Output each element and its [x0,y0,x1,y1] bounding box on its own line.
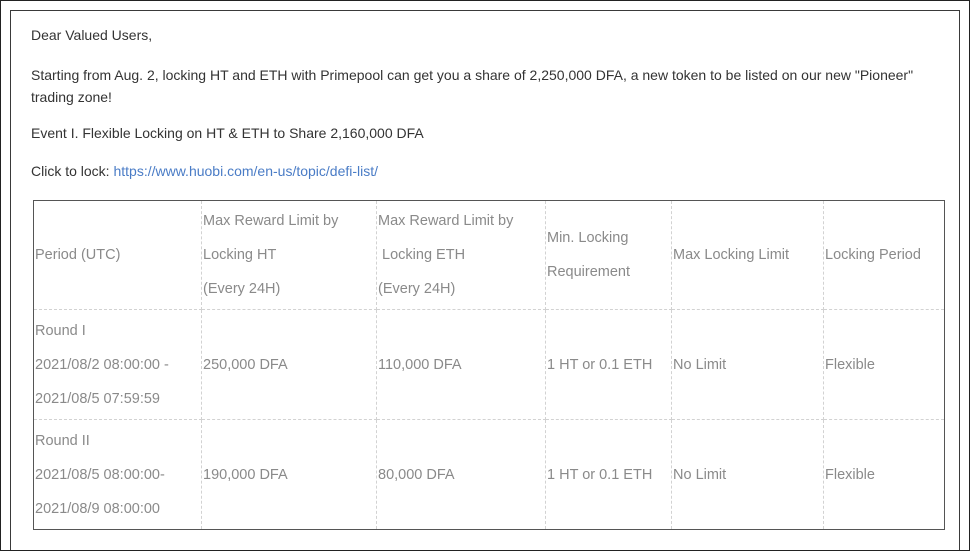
header-max-eth-line-1: Max Reward Limit by [378,213,514,229]
header-max-eth-line-2: Locking ETH [378,247,466,263]
header-min-lock: Min. Locking Requirement [545,200,672,310]
header-max-lock: Max Locking Limit [671,200,824,310]
round-2-label: Round II [35,432,90,449]
round-1-max-lock: No Limit [671,309,824,420]
header-lock-period: Locking Period [823,200,945,310]
greeting-text: Dear Valued Users, [31,27,153,43]
round-2-max-ht: 190,000 DFA [201,419,377,530]
round-1-min-lock: 1 HT or 0.1 ETH [545,309,672,420]
rewards-table: Period (UTC) Max Reward Limit by Locking… [33,200,945,530]
header-period: Period (UTC) [33,200,202,310]
table-header-row: Period (UTC) Max Reward Limit by Locking… [33,200,945,310]
lock-link[interactable]: https://www.huobi.com/en-us/topic/defi-l… [113,163,378,179]
header-min-lock-line-2: Requirement [547,264,631,280]
header-max-ht-line-2: Locking HT [203,247,277,263]
table-row: Round II 2021/08/5 08:00:00- 2021/08/9 0… [33,419,945,530]
round-2-max-lock: No Limit [671,419,824,530]
header-max-ht-line-1: Max Reward Limit by [203,213,339,229]
round-2-min-lock: 1 HT or 0.1 ETH [545,419,672,530]
header-max-eth: Max Reward Limit by Locking ETH (Every 2… [376,200,546,310]
round-2-end: 2021/08/9 08:00:00 [35,500,160,517]
round-2-lock-period: Flexible [825,466,875,483]
header-max-ht: Max Reward Limit by Locking HT (Every 24… [201,200,377,310]
round-1-lock-period: Flexible [823,309,945,420]
header-min-lock-line-1: Min. Locking [547,230,629,246]
lock-prefix: Click to lock: [31,163,114,179]
event-title: Event I. Flexible Locking on HT & ETH to… [31,125,424,141]
round-2-period: Round II 2021/08/5 08:00:00- 2021/08/9 0… [33,419,202,530]
round-1-label: Round I [35,322,86,339]
lock-line: Click to lock: https://www.huobi.com/en-… [31,160,378,182]
round-2-start: 2021/08/5 08:00:00- [35,466,165,483]
round-1-max-eth: 110,000 DFA [376,309,546,420]
header-max-eth-line-3: (Every 24H) [378,281,456,297]
round-2-max-eth: 80,000 DFA [376,419,546,530]
page-frame: Dear Valued Users, Starting from Aug. 2,… [0,0,970,551]
round-1-max-ht: 250,000 DFA [201,309,377,420]
table-row: Round I 2021/08/2 08:00:00 - 2021/08/5 0… [33,309,945,420]
content-panel: Dear Valued Users, Starting from Aug. 2,… [10,10,960,550]
round-1-end: 2021/08/5 07:59:59 [35,390,160,407]
header-period-text: Period (UTC) [35,247,121,263]
intro-paragraph: Starting from Aug. 2, locking HT and ETH… [31,67,914,105]
header-max-lock-text: Max Locking Limit [673,247,790,263]
header-lock-period-text: Locking Period [825,247,921,263]
round-1-start: 2021/08/2 08:00:00 - [35,356,169,373]
round-1-period: Round I 2021/08/2 08:00:00 - 2021/08/5 0… [33,309,202,420]
header-max-ht-line-3: (Every 24H) [203,281,281,297]
